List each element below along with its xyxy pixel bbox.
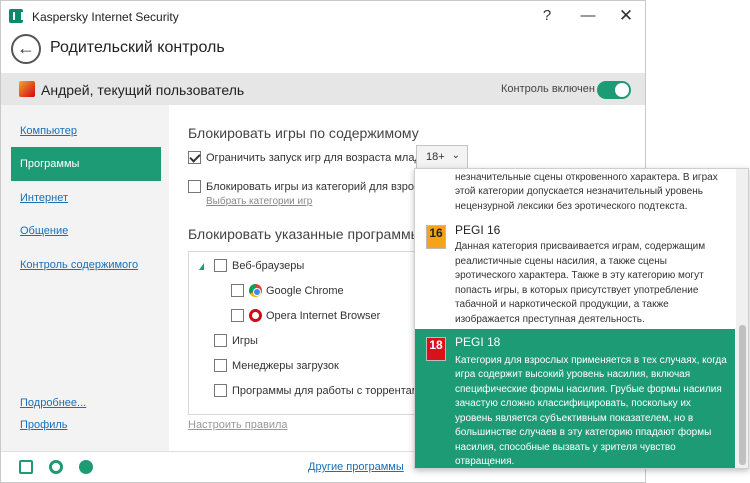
titlebar: Kaspersky Internet Security ? — ✕ [1, 1, 645, 31]
age-dropdown-popup: незначительные сцены откровенного характ… [414, 168, 749, 469]
torrent-programs-checkbox[interactable] [214, 384, 227, 397]
option-description-line: отвращения. [455, 456, 515, 467]
option-description-line: попасть игры, в которых присутствует упо… [455, 285, 699, 296]
option-description-line: этой категории допускается незначительны… [455, 186, 703, 197]
chrome-icon [249, 284, 262, 297]
tree-item-download-managers: Менеджеры загрузок [232, 360, 339, 372]
option-description-line: Данная категория присваивается играм, со… [455, 241, 706, 252]
other-programs-link[interactable]: Другие программы [308, 461, 404, 473]
option-description-line: Категория для взрослых применяется в тех… [455, 355, 727, 366]
page-title: Родительский контроль [50, 39, 225, 56]
support-icon[interactable] [79, 460, 93, 474]
page-header: ← Родительский контроль [1, 31, 645, 71]
user-avatar-icon [19, 81, 35, 97]
user-bar: Андрей, текущий пользователь Контроль вк… [1, 73, 645, 105]
kaspersky-logo-icon [9, 9, 23, 23]
control-status-label: Контроль включен [501, 83, 595, 95]
option-description-line: уровень является субъективным показателе… [455, 413, 694, 424]
limit-age-label: Ограничить запуск игр для возраста младш… [206, 152, 436, 164]
dropdown-option-pegi18[interactable]: 18 PEGI 18 Категория для взрослых примен… [415, 329, 735, 468]
minimize-button[interactable]: — [577, 6, 599, 26]
tree-item-chrome: Google Chrome [266, 285, 344, 297]
option-description-line: эротического характера. Также в эту кате… [455, 270, 704, 281]
back-button[interactable]: ← [11, 34, 41, 64]
sidebar-item-computer[interactable]: Компьютер [20, 125, 77, 137]
chrome-checkbox[interactable] [231, 284, 244, 297]
more-link[interactable]: Подробнее... [20, 397, 86, 409]
option-description-line: незначительные сцены откровенного характ… [455, 172, 718, 183]
option-description-line: нецензурной лексики без эротического под… [455, 201, 688, 212]
profile-link[interactable]: Профиль [20, 419, 68, 431]
option-description-line: специфические формы насилия. Грубые форм… [455, 384, 722, 395]
sidebar: Компьютер Программы Интернет Общение Кон… [1, 105, 169, 451]
age-select-value: 18+ [426, 151, 445, 163]
tree-item-games: Игры [232, 335, 258, 347]
option-description-line: табачной и наркотической продукции, а та… [455, 299, 669, 310]
user-name[interactable]: Андрей, текущий пользователь [41, 82, 244, 98]
block-adult-categories-checkbox[interactable] [188, 180, 201, 193]
pegi16-title: PEGI 16 [455, 223, 501, 237]
sidebar-item-content-control[interactable]: Контроль содержимого [20, 259, 138, 271]
sidebar-item-programs[interactable]: Программы [11, 147, 161, 181]
games-checkbox[interactable] [214, 334, 227, 347]
tree-item-opera: Opera Internet Browser [266, 310, 381, 322]
tree-item-torrent-programs: Программы для работы с торрентами [232, 385, 426, 397]
opera-icon [249, 309, 262, 322]
block-adult-categories-label: Блокировать игры из категорий для взросл… [206, 181, 440, 193]
pegi18-title: PEGI 18 [455, 335, 501, 349]
expand-arrow-icon[interactable] [199, 263, 204, 270]
choose-categories-link[interactable]: Выбрать категории игр [206, 196, 312, 207]
limit-age-checkbox[interactable] [188, 151, 201, 164]
gear-icon[interactable] [49, 460, 63, 474]
web-browsers-checkbox[interactable] [214, 259, 227, 272]
option-description-line: игра содержит высокий уровень насилия, в… [455, 369, 691, 380]
close-button[interactable]: ✕ [615, 6, 637, 26]
option-description-line: насилия, способные вызвать у зрителя чув… [455, 442, 676, 453]
pegi16-badge-icon: 16 [426, 225, 446, 249]
option-description-line: изображается преступная деятельность. [455, 314, 645, 325]
opera-checkbox[interactable] [231, 309, 244, 322]
pegi18-badge-icon: 18 [426, 337, 446, 361]
option-description-line: зачастую сложно классифицировать, поскол… [455, 398, 691, 409]
option-description-line: большинстве случаев в эту категорию ппад… [455, 427, 712, 438]
mail-icon[interactable] [19, 460, 33, 474]
scrollbar-thumb[interactable] [739, 325, 746, 465]
popup-scrollbar[interactable] [736, 169, 748, 468]
chevron-down-icon: ⌄ [451, 150, 460, 161]
download-managers-checkbox[interactable] [214, 359, 227, 372]
app-title: Kaspersky Internet Security [32, 10, 179, 24]
help-button[interactable]: ? [536, 6, 558, 26]
option-description-line: реалистичные сцены насилия, а также сцен… [455, 256, 667, 267]
block-programs-title: Блокировать указанные программы: [188, 226, 425, 242]
block-by-content-title: Блокировать игры по содержимому [188, 125, 419, 141]
age-select[interactable]: 18+ ⌄ [416, 145, 468, 169]
sidebar-item-internet[interactable]: Интернет [20, 192, 68, 204]
sidebar-item-communication[interactable]: Общение [20, 225, 68, 237]
control-toggle[interactable] [597, 81, 631, 99]
configure-rules-link[interactable]: Настроить правила [188, 419, 288, 431]
toggle-knob [615, 83, 629, 97]
tree-item-web-browsers: Веб-браузеры [232, 260, 305, 272]
